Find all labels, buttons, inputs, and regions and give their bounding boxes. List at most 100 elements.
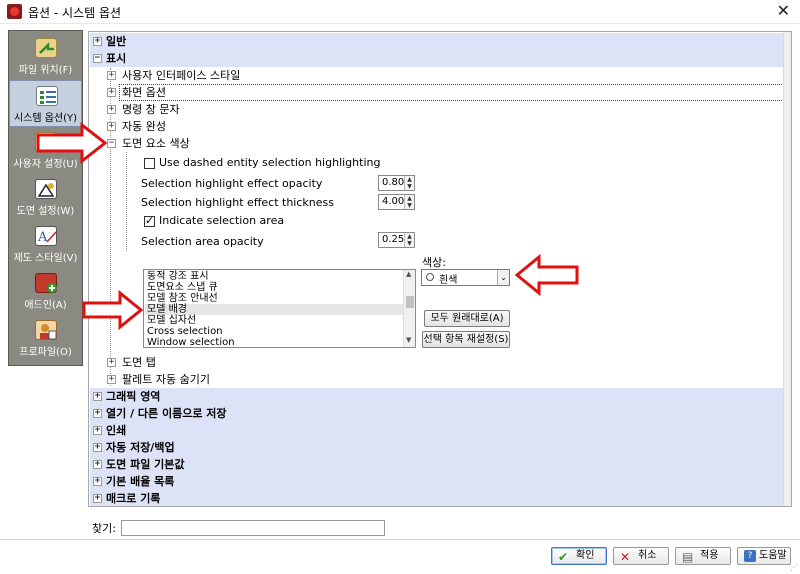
tree-section-graphics-area[interactable]: + 그래픽 영역 [90,388,784,405]
expand-icon[interactable]: + [107,105,116,114]
tree-item-screen-options[interactable]: + 화면 옵션 [90,84,791,101]
collapse-icon[interactable]: − [93,54,102,63]
tree-label: 팔레트 자동 숨기기 [122,373,210,386]
apply-icon: ▤ [682,550,694,564]
annotation-arrow-model-background [82,290,144,330]
sidebar-item-label: 애드인(A) [24,300,67,311]
list-item-selected[interactable]: 모델 배경 [145,304,403,315]
tree-label: 일반 [106,35,127,48]
tree-label: 매크로 기록 [106,492,161,505]
thickness-spinner[interactable]: 4.00 ▲ ▼ [378,194,415,210]
reset-selected-button[interactable]: 선택 항목 재설정(S) [422,331,510,348]
spinner-arrows-icon[interactable]: ▲ ▼ [404,195,414,209]
tree-label: 사용자 인터페이스 스타일 [122,69,241,82]
sidebar-item-drafting-styles[interactable]: A 제도 스타일(V) [9,221,82,268]
opacity-value: 0.80 [382,177,405,188]
cancel-button-label: 취소 [638,550,657,561]
color-label: 색상: [422,256,446,269]
expand-icon[interactable]: + [107,358,116,367]
scroll-down-icon[interactable]: ▼ [406,336,411,344]
ok-button[interactable]: ✔ 확인 [551,547,607,565]
list-item[interactable]: 동적 강조 표시 [147,271,209,282]
sidebar-item-system-options[interactable]: 시스템 옵션(Y) [9,80,82,127]
close-icon[interactable]: ✕ [777,1,790,20]
tree-section-drawing-defaults[interactable]: + 도면 파일 기본값 [90,456,784,473]
area-opacity-value: 0.25 [382,234,405,245]
search-input[interactable] [121,520,385,536]
list-item[interactable]: 모델 참조 안내선 [147,293,218,304]
tree-section-display[interactable]: − 표시 [90,50,784,67]
window-title: 옵션 - 시스템 옵션 [28,6,122,20]
dashed-highlight-checkbox[interactable] [144,158,155,169]
expand-icon[interactable]: + [93,477,102,486]
checkmark-icon: ✔ [558,550,569,564]
list-item[interactable]: 모델 십자선 [147,315,196,326]
area-opacity-spinner[interactable]: 0.25 ▲ ▼ [378,232,415,248]
sidebar-item-drawing-settings[interactable]: 도면 설정(W) [9,174,82,221]
collapse-icon[interactable]: − [107,139,116,148]
tree-section-open-save[interactable]: + 열기 / 다른 이름으로 저장 [90,405,784,422]
addin-icon [35,273,57,293]
expand-icon[interactable]: + [107,88,116,97]
cancel-button[interactable]: ✕ 취소 [613,547,669,565]
sidebar-item-file-locations[interactable]: 파일 위치(F) [9,33,82,80]
indicate-selection-area-checkbox[interactable] [144,214,155,227]
chevron-down-icon[interactable]: ⌄ [497,270,509,285]
tree-section-general[interactable]: + 일반 [90,33,784,50]
tree-section-print[interactable]: + 인쇄 [90,422,784,439]
tree-item-command-window-text[interactable]: + 명령 창 문자 [90,101,784,118]
ok-button-label: 확인 [576,550,595,561]
tree-item-autocomplete[interactable]: + 자동 완성 [90,118,784,135]
scroll-up-icon[interactable]: ▲ [406,270,411,278]
divider [0,539,800,540]
tree-section-scale-list[interactable]: + 기본 배율 목록 [90,473,784,490]
panel-scrollbar[interactable] [783,32,791,506]
expand-icon[interactable]: + [93,37,102,46]
expand-icon[interactable]: + [107,71,116,80]
color-swatch-icon [426,273,434,281]
help-button[interactable]: ? 도움말 [737,547,791,565]
help-button-label: 도움말 [759,550,787,561]
expand-icon[interactable]: + [93,409,102,418]
tree-item-entity-colors[interactable]: − 도면 요소 색상 [90,135,784,152]
expand-icon[interactable]: + [93,426,102,435]
tree-label: 자동 저장/백업 [106,441,175,454]
tree-section-macro-recording[interactable]: + 매크로 기록 [90,490,784,506]
tree-item-ui-style[interactable]: + 사용자 인터페이스 스타일 [90,67,784,84]
sidebar-item-profiles[interactable]: 프로파일(O) [9,315,82,362]
cancel-x-icon: ✕ [620,550,631,564]
sidebar-item-addins[interactable]: 애드인(A) [9,268,82,315]
entity-color-list[interactable]: 동적 강조 표시 도면요소 스냅 큐 모델 참조 안내선 모델 배경 모델 십자… [143,269,416,348]
tree-label: 기본 배율 목록 [106,475,175,488]
list-scrollbar[interactable]: ▲ ▼ [403,270,415,347]
color-dropdown[interactable]: 흰색 ⌄ [421,269,510,286]
resize-grip-icon[interactable]: ⋰ [790,563,798,572]
opacity-spinner[interactable]: 0.80 ▲ ▼ [378,175,415,191]
sidebar-item-label: 파일 위치(F) [18,65,73,76]
expand-icon[interactable]: + [93,494,102,503]
list-item[interactable]: Window selection [147,337,235,347]
scroll-thumb[interactable] [406,296,414,308]
sidebar-item-label: 프로파일(O) [19,347,72,358]
expand-icon[interactable]: + [107,122,116,131]
tree-label: 열기 / 다른 이름으로 저장 [106,407,227,420]
expand-icon[interactable]: + [93,460,102,469]
title-bar: 옵션 - 시스템 옵션 ✕ [0,0,800,24]
spinner-arrows-icon[interactable]: ▲ ▼ [404,176,414,190]
spinner-arrows-icon[interactable]: ▲ ▼ [404,233,414,247]
expand-icon[interactable]: + [107,375,116,384]
list-item[interactable]: 도면요소 스냅 큐 [147,282,218,293]
reset-all-button[interactable]: 모두 원래대로(A) [424,310,510,327]
expand-icon[interactable]: + [93,392,102,401]
expand-icon[interactable]: + [93,443,102,452]
tree-item-drawing-tabs[interactable]: + 도면 탭 [90,354,784,371]
tree-guide-line [126,152,127,251]
tree-item-palette-autohide[interactable]: + 팔레트 자동 숨기기 [90,371,784,388]
list-item[interactable]: Cross selection [147,326,223,337]
annotation-arrow-color [515,254,579,296]
tree-section-autosave[interactable]: + 자동 저장/백업 [90,439,784,456]
tree-label: 인쇄 [106,424,127,437]
tree-label: 도면 요소 색상 [122,137,190,150]
tree-label: 표시 [106,52,127,65]
apply-button[interactable]: ▤ 적용 [675,547,731,565]
